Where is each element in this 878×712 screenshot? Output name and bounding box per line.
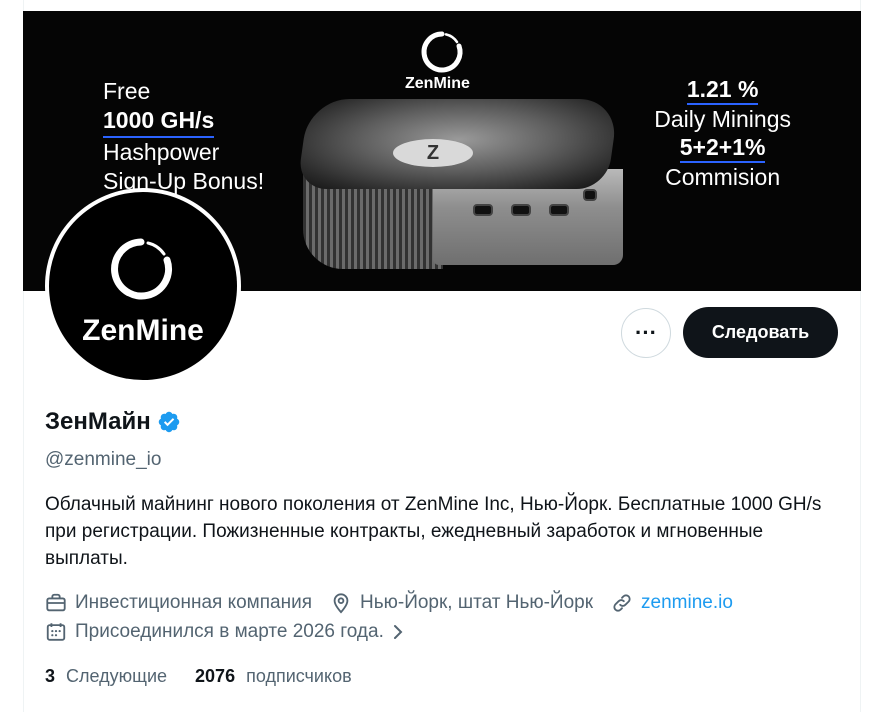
mining-device-image: Z bbox=[293, 99, 623, 269]
followers-count: 2076 bbox=[195, 666, 236, 686]
avatar[interactable]: ZenMine bbox=[45, 188, 241, 384]
location-pin-icon bbox=[333, 593, 349, 614]
category-item: Инвестиционная компания bbox=[45, 592, 312, 614]
link-icon bbox=[613, 594, 631, 612]
location-label: Нью-Йорк, штат Нью-Йорк bbox=[360, 592, 594, 613]
verified-badge-icon[interactable] bbox=[157, 410, 181, 434]
profile-name: ЗенМайн bbox=[45, 408, 151, 435]
following-label: Следующие bbox=[66, 666, 168, 686]
zenmine-logo-icon bbox=[421, 31, 463, 73]
calendar-icon bbox=[46, 623, 66, 641]
zenmine-logo-icon bbox=[111, 238, 173, 300]
joined-row[interactable]: Присоединился в марте 2026 года. bbox=[45, 621, 406, 643]
banner-brand: ZenMine bbox=[405, 75, 470, 92]
device-logo: Z bbox=[393, 139, 473, 167]
chevron-right-icon[interactable] bbox=[390, 622, 406, 642]
display-name: ЗенМайн bbox=[45, 408, 181, 436]
profile-handle: @zenmine_io bbox=[45, 449, 162, 470]
profile-meta: Инвестиционная компания Нью-Йорк, штат Н… bbox=[45, 592, 751, 614]
following-stat[interactable]: 3 Следующие bbox=[45, 666, 167, 687]
avatar-text: ZenMine bbox=[82, 314, 204, 347]
website-item[interactable]: zenmine.io bbox=[611, 592, 733, 614]
profile-bio: Облачный майнинг нового поколения от Zen… bbox=[45, 494, 822, 569]
profile-stats: 3 Следующие 2076 подписчиков bbox=[45, 666, 380, 687]
website-link[interactable]: zenmine.io bbox=[641, 592, 733, 614]
location-item: Нью-Йорк, штат Нью-Йорк bbox=[330, 592, 593, 614]
more-icon: ··· bbox=[635, 320, 657, 345]
promo-left: Free 1000 GH/s Hashpower Sign-Up Bonus! bbox=[103, 78, 265, 194]
follow-button[interactable]: Следовать bbox=[683, 307, 838, 358]
following-count: 3 bbox=[45, 666, 56, 686]
more-button[interactable]: ··· bbox=[621, 308, 671, 358]
category-label: Инвестиционная компания bbox=[75, 592, 312, 613]
joined-label: Присоединился в марте 2026 года. bbox=[75, 621, 384, 642]
promo-right: 1.21 % Daily Minings 5+2+1% Commision bbox=[654, 76, 791, 190]
briefcase-icon bbox=[46, 593, 66, 612]
followers-label: подписчиков bbox=[246, 666, 352, 686]
followers-stat[interactable]: 2076 подписчиков bbox=[195, 666, 352, 687]
